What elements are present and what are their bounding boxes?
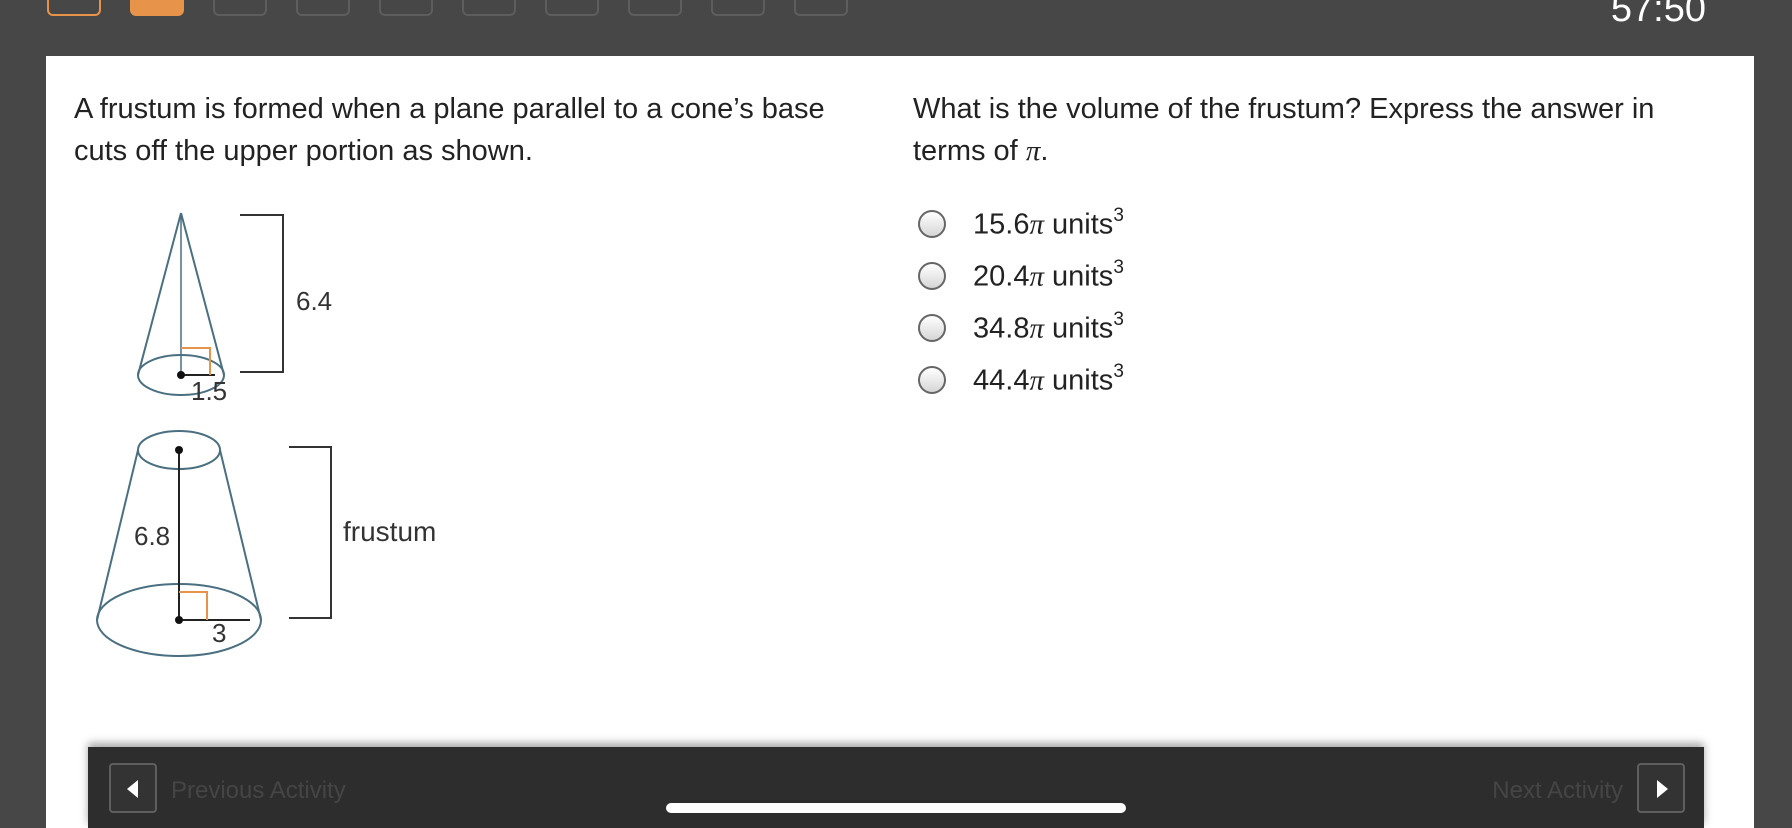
answer-unit: units — [1043, 364, 1114, 397]
cone-height-label: 6.4 — [296, 286, 332, 316]
answer-option-label: 44.4π units3 — [973, 360, 1124, 398]
answer-option-2[interactable]: 20.4π units3 — [918, 250, 1124, 302]
answer-unit: units — [1043, 260, 1114, 293]
radio-button[interactable] — [918, 366, 946, 394]
question-nav-button-8[interactable] — [628, 0, 682, 16]
right-arrow-icon — [1657, 780, 1668, 798]
home-indicator[interactable] — [666, 803, 1126, 813]
radio-button[interactable] — [918, 314, 946, 342]
activity-nav-bar: Previous Activity Next Activity — [88, 747, 1704, 828]
question-nav-button-6[interactable] — [462, 0, 516, 16]
answer-option-label: 20.4π units3 — [973, 256, 1124, 294]
question-text-main: What is the volume of the frustum? Expre… — [913, 93, 1655, 167]
answer-number: 20.4 — [973, 260, 1030, 293]
question-text: What is the volume of the frustum? Expre… — [913, 88, 1713, 172]
answer-number: 15.6 — [973, 208, 1030, 241]
small-cone-right-angle — [181, 347, 211, 375]
answer-pi: π — [1029, 312, 1044, 345]
answer-pi: π — [1029, 260, 1044, 293]
answer-option-4[interactable]: 44.4π units3 — [918, 354, 1124, 406]
top-bar: 57:50 — [0, 0, 1792, 56]
answer-pi: π — [1029, 208, 1044, 241]
previous-activity-button[interactable] — [109, 763, 157, 813]
answer-exponent: 3 — [1113, 308, 1124, 330]
next-activity-button[interactable] — [1637, 763, 1685, 813]
cone-radius-label: 1.5 — [191, 376, 227, 406]
question-nav-button-2[interactable] — [130, 0, 184, 16]
previous-activity-label[interactable]: Previous Activity — [171, 777, 346, 805]
answer-unit: units — [1043, 208, 1114, 241]
radio-button[interactable] — [918, 210, 946, 238]
left-arrow-icon — [127, 780, 138, 798]
cone-frustum-figure: 6.4 1.5 frustum 6.8 3 — [96, 212, 436, 657]
answer-option-label: 15.6π units3 — [973, 204, 1124, 242]
answer-option-3[interactable]: 34.8π units3 — [918, 302, 1124, 354]
cone-height-bracket — [240, 214, 284, 373]
answer-exponent: 3 — [1113, 360, 1124, 382]
answer-option-label: 34.8π units3 — [973, 308, 1124, 346]
frustum-bracket — [289, 446, 332, 619]
timer: 57:50 — [1610, 0, 1706, 30]
frustum-base-center — [175, 616, 183, 624]
question-nav-button-4[interactable] — [296, 0, 350, 16]
question-pi: π — [1025, 135, 1041, 167]
question-nav-button-1[interactable] — [47, 0, 101, 16]
frustum-description: A frustum is formed when a plane paralle… — [74, 93, 825, 167]
small-cone-center — [177, 371, 185, 379]
answer-exponent: 3 — [1113, 204, 1124, 226]
frustum-label: frustum — [343, 516, 436, 547]
question-text-end: . — [1040, 135, 1049, 167]
answer-options: 15.6π units3 20.4π units3 34.8π units3 4… — [918, 198, 1124, 406]
answer-unit: units — [1043, 312, 1114, 345]
frustum-top-center — [175, 446, 183, 454]
answer-pi: π — [1029, 364, 1044, 397]
frustum-right-angle — [179, 591, 208, 620]
question-nav-button-10[interactable] — [794, 0, 848, 16]
base-radius-label: 3 — [212, 618, 226, 648]
question-nav-button-3[interactable] — [213, 0, 267, 16]
radio-button[interactable] — [918, 262, 946, 290]
answer-option-1[interactable]: 15.6π units3 — [918, 198, 1124, 250]
question-nav-button-5[interactable] — [379, 0, 433, 16]
question-nav-button-9[interactable] — [711, 0, 765, 16]
small-cone — [137, 212, 225, 396]
answer-exponent: 3 — [1113, 256, 1124, 278]
question-nav-button-7[interactable] — [545, 0, 599, 16]
answer-number: 34.8 — [973, 312, 1030, 345]
slant-label: 6.8 — [134, 521, 170, 551]
next-activity-label[interactable]: Next Activity — [1492, 777, 1623, 805]
answer-number: 44.4 — [973, 364, 1030, 397]
